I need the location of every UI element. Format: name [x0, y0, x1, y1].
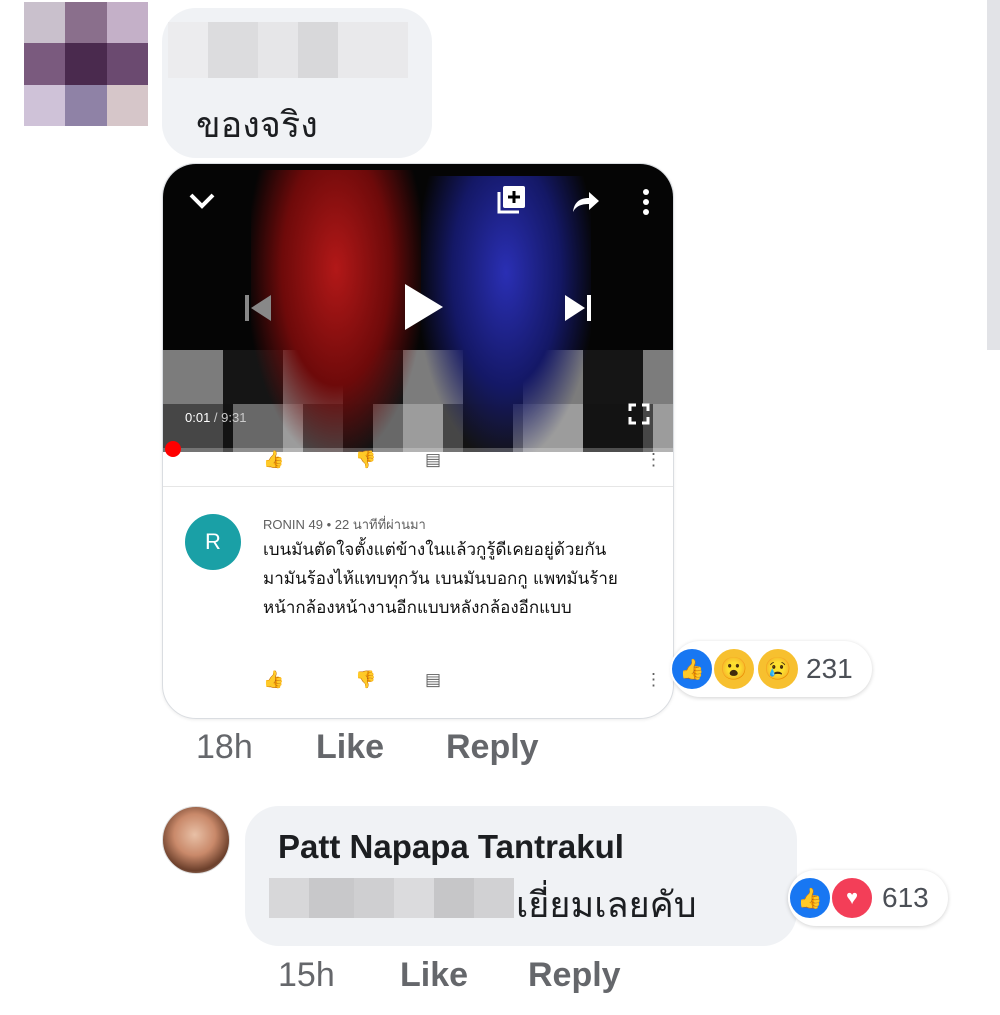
play-icon[interactable]: [401, 282, 445, 332]
yt-comment-age: 22 นาทีที่ผ่านมา: [334, 517, 426, 532]
comment-timestamp[interactable]: 18h: [196, 728, 253, 767]
yt-comment-meta: RONIN 49 • 22 นาทีที่ผ่านมา: [263, 514, 426, 535]
thumbs-down-icon[interactable]: 👎: [355, 670, 376, 690]
add-to-playlist-icon[interactable]: [497, 184, 527, 214]
chevron-down-icon[interactable]: [187, 188, 217, 212]
reply-button[interactable]: Reply: [446, 728, 539, 767]
commenter-avatar-blurred[interactable]: [24, 2, 148, 126]
thumbs-down-icon[interactable]: 👎: [355, 450, 376, 470]
thumbs-up-icon[interactable]: 👍: [263, 450, 284, 470]
reply-text: เยี่ยมเลยคับ: [516, 885, 697, 926]
red-knight-image: [251, 170, 421, 452]
comment-attachment-screenshot[interactable]: 0:01 / 9:31 👍 👎 ▤ ⋮ R RONIN 49 • 22 นาที…: [162, 163, 674, 719]
avatar-letter: R: [205, 529, 221, 554]
comment-reactions[interactable]: 👍 😮 😢 231: [670, 641, 872, 697]
like-button[interactable]: Like: [316, 728, 384, 767]
comment-text: ของจริง: [196, 105, 318, 146]
reply-reactions[interactable]: 👍 ♥ 613: [788, 870, 948, 926]
like-icon: 👍: [788, 876, 832, 920]
thumbs-up-icon[interactable]: 👍: [263, 670, 284, 690]
love-icon: ♥: [830, 876, 874, 920]
sad-icon: 😢: [756, 647, 800, 691]
yt-comment-text: เบนมันตัดใจตั้งแต่ข้างในแล้วกูรู้ดีเคยอย…: [263, 540, 618, 618]
like-button[interactable]: Like: [400, 956, 468, 995]
reaction-count: 613: [882, 882, 929, 913]
yt-comment-author: RONIN 49: [263, 517, 323, 532]
meta-separator: •: [322, 517, 335, 532]
reply-text-blurred: [269, 878, 514, 918]
share-icon[interactable]: [571, 190, 601, 214]
current-time: 0:01: [185, 410, 211, 425]
more-options-icon[interactable]: [641, 188, 651, 216]
video-player[interactable]: 0:01 / 9:31: [163, 164, 673, 452]
reply-icon[interactable]: ▤: [425, 450, 441, 470]
like-icon: 👍: [670, 647, 714, 691]
time-separator: /: [210, 410, 222, 425]
reaction-count: 231: [806, 653, 853, 684]
reply-icon[interactable]: ▤: [425, 670, 441, 690]
more-options-icon[interactable]: ⋮: [645, 670, 662, 690]
page-scrollbar[interactable]: [987, 0, 1000, 350]
video-time: 0:01 / 9:31: [185, 410, 246, 425]
commenter-name-blurred[interactable]: [168, 22, 408, 78]
previous-icon[interactable]: [243, 292, 273, 324]
video-duration: 9:31: [221, 410, 247, 425]
wow-icon: 😮: [712, 647, 756, 691]
more-options-icon[interactable]: ⋮: [645, 450, 662, 470]
reply-button[interactable]: Reply: [528, 956, 621, 995]
fullscreen-icon[interactable]: [627, 402, 651, 426]
yt-commenter-avatar[interactable]: R: [185, 514, 241, 570]
reply-timestamp[interactable]: 15h: [278, 956, 335, 995]
reply-author[interactable]: Patt Napapa Tantrakul: [278, 828, 624, 866]
replier-avatar[interactable]: [162, 806, 230, 874]
previous-comment-actions-clipped: 👍 👎 ▤ ⋮: [163, 450, 673, 487]
next-icon[interactable]: [563, 292, 593, 324]
